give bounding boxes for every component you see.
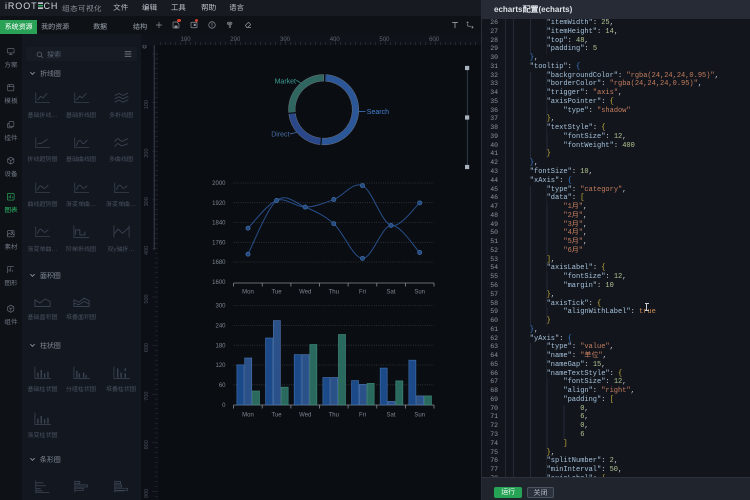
svg-text:200: 200: [230, 37, 241, 43]
svg-text:Sun: Sun: [414, 290, 425, 296]
svg-text:1600: 1600: [212, 280, 226, 286]
svg-text:Thu: Thu: [329, 413, 339, 419]
svg-text:400: 400: [144, 246, 150, 255]
svg-text:Search: Search: [367, 109, 389, 116]
svg-text:300: 300: [280, 37, 291, 43]
svg-text:1920: 1920: [212, 201, 226, 207]
svg-text:120: 120: [215, 363, 226, 369]
svg-text:Wed: Wed: [299, 290, 311, 296]
svg-text:Fri: Fri: [359, 413, 366, 419]
svg-text:300: 300: [144, 197, 150, 206]
svg-text:Market: Market: [275, 79, 296, 86]
svg-text:Mon: Mon: [242, 413, 254, 419]
svg-text:800: 800: [144, 440, 150, 449]
svg-text:Direct: Direct: [271, 131, 289, 138]
svg-text:300: 300: [215, 304, 226, 310]
svg-text:700: 700: [144, 392, 150, 401]
svg-text:500: 500: [379, 37, 390, 43]
svg-text:Tue: Tue: [272, 413, 283, 419]
svg-text:500: 500: [144, 294, 150, 303]
svg-text:Mon: Mon: [242, 290, 254, 296]
svg-text:Sat: Sat: [386, 413, 395, 419]
svg-text:100: 100: [181, 37, 192, 43]
svg-text:900: 900: [144, 489, 150, 498]
svg-text:1680: 1680: [212, 260, 226, 266]
svg-text:180: 180: [215, 343, 226, 349]
svg-text:400: 400: [330, 37, 341, 43]
svg-text:240: 240: [215, 324, 226, 330]
svg-text:600: 600: [429, 37, 440, 43]
svg-text:Fri: Fri: [359, 290, 366, 296]
svg-text:60: 60: [219, 383, 226, 389]
svg-text:Tue: Tue: [272, 290, 283, 296]
svg-text:Wed: Wed: [299, 413, 311, 419]
svg-text:100: 100: [144, 100, 150, 109]
svg-text:600: 600: [144, 343, 150, 352]
svg-text:2000: 2000: [212, 181, 226, 187]
svg-text:200: 200: [144, 149, 150, 158]
svg-text:Thu: Thu: [329, 290, 339, 296]
svg-text:1760: 1760: [212, 241, 226, 247]
svg-text:Sun: Sun: [414, 413, 425, 419]
svg-text:Sat: Sat: [386, 290, 395, 296]
svg-text:0: 0: [222, 403, 226, 409]
svg-text:1840: 1840: [212, 221, 226, 227]
